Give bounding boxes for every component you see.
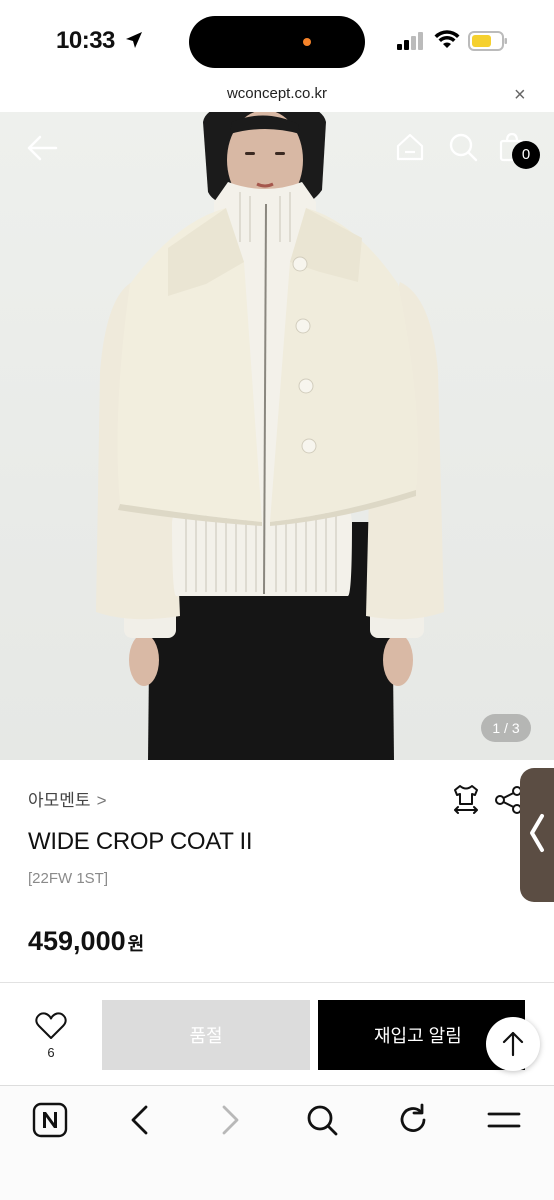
signal-icon	[397, 32, 423, 50]
product-price: 459,000 원	[28, 926, 144, 957]
search-icon[interactable]	[304, 1102, 340, 1138]
url-bar[interactable]: wconcept.co.kr ×	[0, 82, 554, 112]
status-bar: 10:33	[0, 0, 554, 82]
chevron-left-icon[interactable]	[528, 812, 546, 854]
reload-icon[interactable]	[395, 1102, 431, 1138]
naver-icon[interactable]	[32, 1102, 68, 1138]
back-arrow-icon[interactable]	[26, 134, 58, 162]
browser-toolbar	[0, 1085, 554, 1200]
product-name: WIDE CROP COAT II	[28, 828, 253, 855]
brand-link[interactable]: 아모멘토 >	[28, 786, 107, 811]
price-unit: 원	[127, 934, 145, 954]
product-code: [22FW 1ST]	[28, 870, 109, 887]
status-time: 10:33	[56, 27, 115, 54]
browser-forward-icon	[222, 1105, 239, 1135]
soldout-button[interactable]: 품절	[102, 1000, 310, 1070]
search-icon[interactable]	[448, 132, 478, 162]
wifi-icon	[434, 30, 460, 48]
brand-name[interactable]: 아모멘토	[28, 791, 91, 810]
chevron-right-icon: >	[96, 791, 107, 810]
gallery-page-indicator: 1 / 3	[481, 714, 531, 742]
size-guide-icon[interactable]	[452, 784, 480, 814]
battery-icon	[468, 31, 507, 51]
like-count: 6	[47, 1045, 55, 1060]
price-value: 459,000	[28, 926, 126, 956]
heart-icon[interactable]	[34, 1011, 68, 1041]
arrow-up-icon[interactable]	[486, 1017, 540, 1071]
browser-back-icon[interactable]	[122, 1102, 158, 1138]
product-info: 아모멘토 > WIDE CROP COAT II [22FW 1ST] 459,0…	[0, 760, 554, 982]
dynamic-island	[189, 16, 365, 68]
home-icon[interactable]	[395, 132, 425, 162]
location-arrow-icon	[126, 32, 142, 48]
purchase-action-bar: 6 품절 재입고 알림	[0, 983, 554, 1085]
product-photo	[96, 112, 444, 760]
product-image-gallery[interactable]: 0 1 / 3	[0, 112, 554, 760]
cart-count-badge[interactable]: 0	[512, 141, 540, 169]
url-text[interactable]: wconcept.co.kr	[0, 85, 554, 102]
share-icon[interactable]	[495, 786, 523, 814]
close-icon[interactable]: ×	[514, 84, 526, 107]
camera-indicator	[303, 38, 311, 46]
menu-icon[interactable]	[486, 1102, 522, 1138]
